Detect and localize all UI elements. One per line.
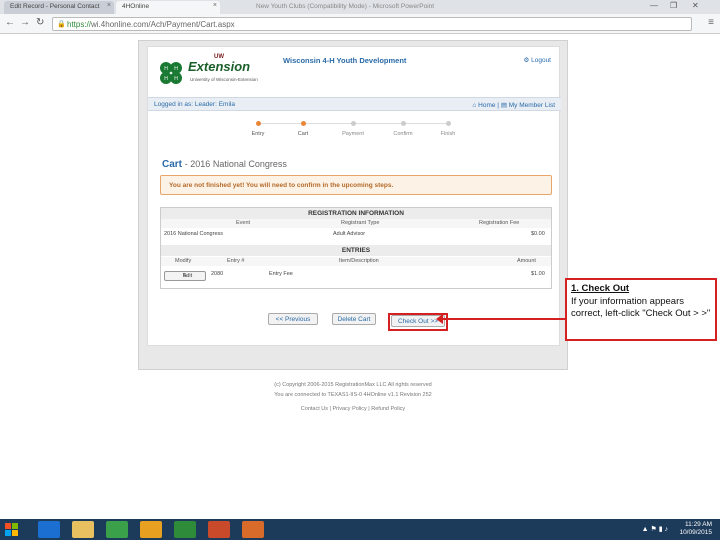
contact-link[interactable]: Contact Us <box>301 406 328 412</box>
edit-button[interactable]: Edit ✎ <box>164 271 206 281</box>
restore-icon[interactable]: ❐ <box>670 1 677 10</box>
logo-subtitle: University of Wisconsin-Extension <box>190 77 258 82</box>
refund-link[interactable]: Refund Policy <box>371 406 405 412</box>
logo-extension: Extension <box>188 59 251 74</box>
page-title: Cart - 2016 National Congress <box>162 159 287 170</box>
registration-table: REGISTRATION INFORMATION Event Registran… <box>160 207 552 289</box>
page-subtitle: - 2016 National Congress <box>184 159 287 169</box>
url-path: wi.4honline.com/Ach/Payment/Cart.aspx <box>91 20 235 29</box>
callout-title: 1. Check Out <box>571 283 630 294</box>
table-row: 2016 National Congress Adult Advisor $0.… <box>164 231 545 237</box>
tab-4honline[interactable]: 4HOnline × <box>116 1 220 14</box>
site-title: Wisconsin 4-H Youth Development <box>283 56 407 65</box>
copyright-text: (c) Copyright 2006-2015 RegistrationMax … <box>274 382 432 388</box>
lock-icon: 🔒 <box>57 21 66 28</box>
close-window-icon[interactable]: ✕ <box>692 1 699 10</box>
alert-banner: You are not finished yet! You will need … <box>160 175 552 195</box>
privacy-link[interactable]: Privacy Policy <box>333 406 367 412</box>
tab-label: Edit Record - Personal Contact <box>10 3 100 10</box>
table-header: Event Registrant Type Registration Fee <box>161 219 551 228</box>
tab-label: 4HOnline <box>122 3 150 10</box>
member-list-link[interactable]: ▤ My Member List <box>501 102 555 109</box>
step-payment: Payment <box>333 121 373 137</box>
close-icon[interactable]: × <box>213 2 217 9</box>
section-header-registration: REGISTRATION INFORMATION <box>161 208 551 219</box>
browser-toolbar: ← → ↻ 🔒 https://wi.4honline.com/Ach/Paym… <box>0 14 720 34</box>
chrome-icon[interactable] <box>106 521 128 538</box>
logout-link[interactable]: ⚙ Logout <box>523 56 551 64</box>
forward-icon[interactable]: → <box>20 17 30 28</box>
progress-steps: Entry Cart Payment Confirm Finish <box>238 121 468 141</box>
home-link[interactable]: ⌂ Home <box>472 102 495 109</box>
table-row: Edit ✎ 2080 Entry Fee $1.00 <box>161 270 551 282</box>
powerpoint-doc-icon[interactable] <box>242 521 264 538</box>
menu-icon[interactable]: ≡ <box>708 17 714 28</box>
outlook-icon[interactable] <box>140 521 162 538</box>
delete-cart-button[interactable]: Delete Cart <box>332 313 376 325</box>
reload-icon[interactable]: ↻ <box>36 17 44 28</box>
step-finish: Finish <box>428 121 468 137</box>
powerpoint-icon[interactable] <box>208 521 230 538</box>
table-header: Modify Entry # Item/Description Amount <box>161 257 551 266</box>
back-icon[interactable]: ← <box>5 17 15 28</box>
main-panel: H H H H UW Extension University of Wisco… <box>147 46 561 346</box>
step-cart: Cart <box>283 121 323 137</box>
section-header-entries: ENTRIES <box>161 245 551 256</box>
server-text: You are connected to TEXAS1-IIS-0 4HOnli… <box>274 392 432 398</box>
close-icon[interactable]: × <box>107 2 111 9</box>
callout-body: If your information appears correct, lef… <box>571 295 711 320</box>
taskbar: ▲ ⚑ ▮ ♪ 11:29 AM 10/09/2015 <box>0 519 720 540</box>
app-icon[interactable] <box>174 521 196 538</box>
logged-in-label: Logged in as: Leader: Emila <box>154 101 235 108</box>
page-container: H H H H UW Extension University of Wisco… <box>138 40 568 370</box>
address-bar[interactable]: 🔒 https://wi.4honline.com/Ach/Payment/Ca… <box>52 17 692 31</box>
page-footer: (c) Copyright 2006-2015 RegistrationMax … <box>138 380 568 414</box>
callout-arrow <box>440 318 565 320</box>
svg-text:H: H <box>164 66 168 72</box>
tray-icons[interactable]: ▲ ⚑ ▮ ♪ <box>642 525 668 533</box>
tab-edit-record[interactable]: Edit Record - Personal Contact × <box>4 1 114 14</box>
clover-icon: H H H H <box>160 62 182 84</box>
ie-icon[interactable] <box>38 521 60 538</box>
svg-text:H: H <box>174 76 178 82</box>
window-title: New Youth Clubs (Compatibility Mode) - M… <box>256 3 435 10</box>
instruction-callout: 1. Check Out If your information appears… <box>565 278 717 341</box>
minimize-icon[interactable]: — <box>650 1 658 10</box>
svg-text:H: H <box>174 66 178 72</box>
browser-tab-strip: Edit Record - Personal Contact × 4HOnlin… <box>0 0 720 14</box>
start-icon[interactable] <box>4 522 20 537</box>
explorer-icon[interactable] <box>72 521 94 538</box>
clock[interactable]: 11:29 AM 10/09/2015 <box>679 521 712 537</box>
url-scheme: https:// <box>67 20 92 29</box>
step-confirm: Confirm <box>383 121 423 137</box>
svg-text:H: H <box>164 76 168 82</box>
user-bar: Logged in as: Leader: Emila ⌂ Home | ▤ M… <box>148 97 561 111</box>
previous-button[interactable]: << Previous <box>268 313 318 325</box>
step-entry: Entry <box>238 121 278 137</box>
callout-arrowhead <box>436 314 443 324</box>
